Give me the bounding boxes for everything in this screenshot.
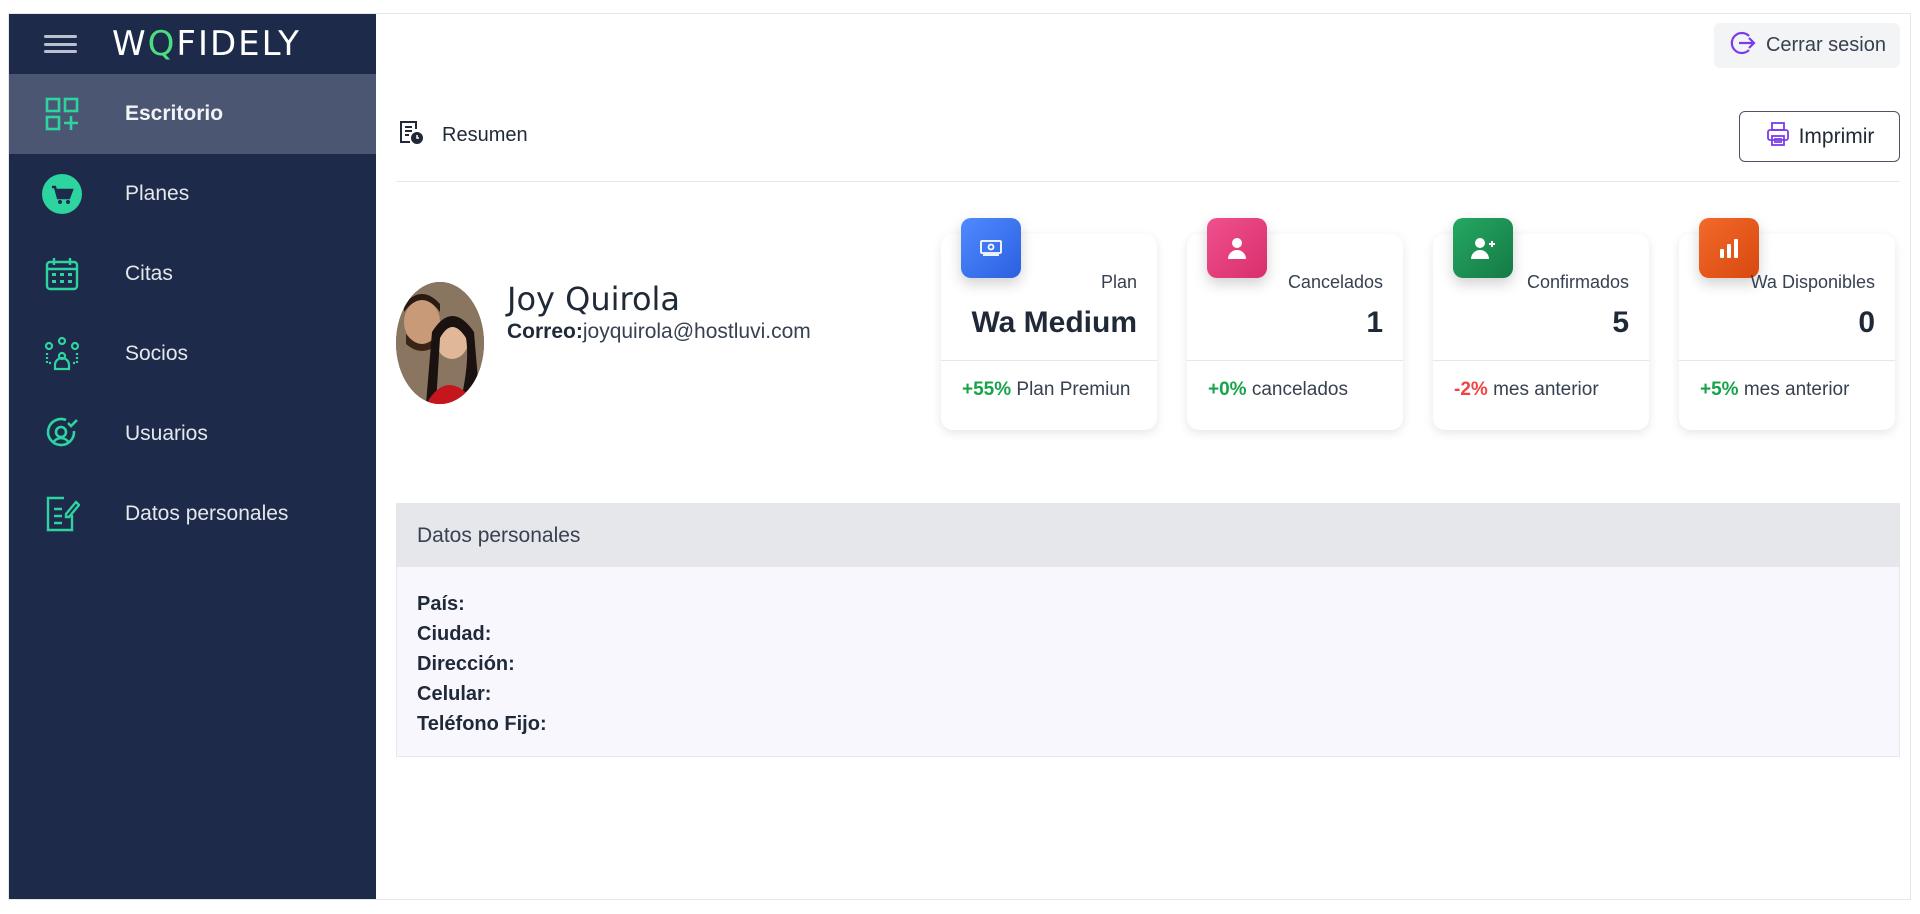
card-percent: -2% bbox=[1454, 379, 1488, 400]
stat-card-confirmados: Confirmados 5 -2% mes anterior bbox=[1433, 218, 1649, 430]
card-value: 1 bbox=[1366, 306, 1383, 339]
cart-icon bbox=[42, 174, 82, 214]
sidebar-item-label: Planes bbox=[125, 182, 190, 205]
card-footer-text: cancelados bbox=[1246, 379, 1348, 400]
field-direccion: Dirección: bbox=[417, 653, 515, 675]
sidebar-item-planes[interactable]: Planes bbox=[9, 154, 376, 234]
section-header: Resumen bbox=[398, 119, 528, 151]
card-value: Wa Medium bbox=[971, 306, 1137, 339]
brand-logo: WQFIDELY bbox=[112, 24, 301, 64]
section-title: Resumen bbox=[442, 123, 528, 146]
bar-chart-icon bbox=[1699, 218, 1759, 278]
field-telefono-fijo: Teléfono Fijo: bbox=[417, 713, 547, 735]
sidebar: WQFIDELY Escritorio Planes Citas Socios bbox=[9, 14, 376, 899]
main-content: Cerrar sesion Resumen Imprimir Joy Quiro… bbox=[376, 14, 1910, 899]
stat-card-plan: Plan Wa Medium +55% Plan Premiun bbox=[941, 218, 1157, 430]
sidebar-item-socios[interactable]: Socios bbox=[9, 314, 376, 394]
sidebar-item-label: Escritorio bbox=[125, 102, 224, 125]
menu-toggle-icon[interactable] bbox=[44, 32, 77, 56]
card-footer-text: Plan Premiun bbox=[1011, 379, 1131, 400]
card-title: Cancelados bbox=[1287, 272, 1383, 292]
card-title: Plan bbox=[1100, 272, 1137, 292]
card-footer: +55% Plan Premiun bbox=[962, 379, 1130, 401]
print-button[interactable]: Imprimir bbox=[1739, 111, 1900, 162]
sidebar-item-label: Citas bbox=[125, 262, 173, 285]
profile-email: Correo:joyquirola@hostluvi.com bbox=[507, 320, 811, 344]
grid-plus-icon bbox=[42, 94, 82, 134]
sidebar-item-escritorio[interactable]: Escritorio bbox=[9, 74, 376, 154]
card-footer-text: mes anterior bbox=[1487, 379, 1599, 400]
print-label: Imprimir bbox=[1798, 124, 1875, 148]
field-celular: Celular: bbox=[417, 683, 492, 705]
stat-card-cancelados: Cancelados 1 +0% cancelados bbox=[1187, 218, 1403, 430]
panel-title: Datos personales bbox=[397, 504, 1899, 567]
card-title: Confirmados bbox=[1526, 272, 1629, 292]
email-value: joyquirola@hostluvi.com bbox=[582, 320, 811, 343]
sidebar-item-label: Usuarios bbox=[125, 422, 208, 445]
sidebar-item-usuarios[interactable]: Usuarios bbox=[9, 394, 376, 474]
network-users-icon bbox=[42, 334, 82, 374]
user-check-icon bbox=[42, 414, 82, 454]
card-divider bbox=[941, 360, 1157, 361]
card-value: 5 bbox=[1612, 306, 1629, 339]
user-icon bbox=[1207, 218, 1267, 278]
profile-name: Joy Quirola bbox=[507, 280, 681, 318]
calendar-icon bbox=[42, 254, 82, 294]
sidebar-item-label: Socios bbox=[125, 342, 189, 365]
panel-body: País: Ciudad: Dirección: Celular: Teléfo… bbox=[397, 567, 1899, 761]
brand-bar: WQFIDELY bbox=[9, 14, 376, 74]
personal-data-panel: Datos personales País: Ciudad: Dirección… bbox=[396, 503, 1900, 757]
field-ciudad: Ciudad: bbox=[417, 623, 492, 645]
card-percent: +0% bbox=[1208, 379, 1247, 400]
logout-icon bbox=[1728, 29, 1756, 63]
sidebar-item-label: Datos personales bbox=[125, 502, 289, 525]
money-icon bbox=[961, 218, 1021, 278]
card-percent: +55% bbox=[962, 379, 1012, 400]
field-pais: País: bbox=[417, 593, 465, 615]
printer-icon bbox=[1765, 121, 1791, 153]
card-title: Wa Disponibles bbox=[1750, 272, 1875, 292]
user-plus-icon bbox=[1453, 218, 1513, 278]
email-label: Correo: bbox=[507, 320, 583, 343]
app-window: WQFIDELY Escritorio Planes Citas Socios bbox=[8, 13, 1911, 900]
card-footer-text: mes anterior bbox=[1738, 379, 1850, 400]
header-divider bbox=[396, 181, 1900, 182]
logout-button[interactable]: Cerrar sesion bbox=[1713, 23, 1900, 68]
stat-card-wa-disponibles: Wa Disponibles 0 +5% mes anterior bbox=[1679, 218, 1895, 430]
card-divider bbox=[1187, 360, 1403, 361]
card-divider bbox=[1679, 360, 1895, 361]
card-divider bbox=[1433, 360, 1649, 361]
card-footer: -2% mes anterior bbox=[1454, 379, 1599, 401]
sidebar-item-datos-personales[interactable]: Datos personales bbox=[9, 474, 376, 554]
avatar bbox=[396, 282, 484, 404]
card-percent: +5% bbox=[1700, 379, 1739, 400]
sidebar-item-citas[interactable]: Citas bbox=[9, 234, 376, 314]
report-icon bbox=[398, 119, 424, 151]
card-footer: +0% cancelados bbox=[1208, 379, 1348, 401]
card-footer: +5% mes anterior bbox=[1700, 379, 1849, 401]
card-value: 0 bbox=[1858, 306, 1875, 339]
edit-document-icon bbox=[42, 494, 82, 534]
logout-label: Cerrar sesion bbox=[1765, 34, 1886, 56]
